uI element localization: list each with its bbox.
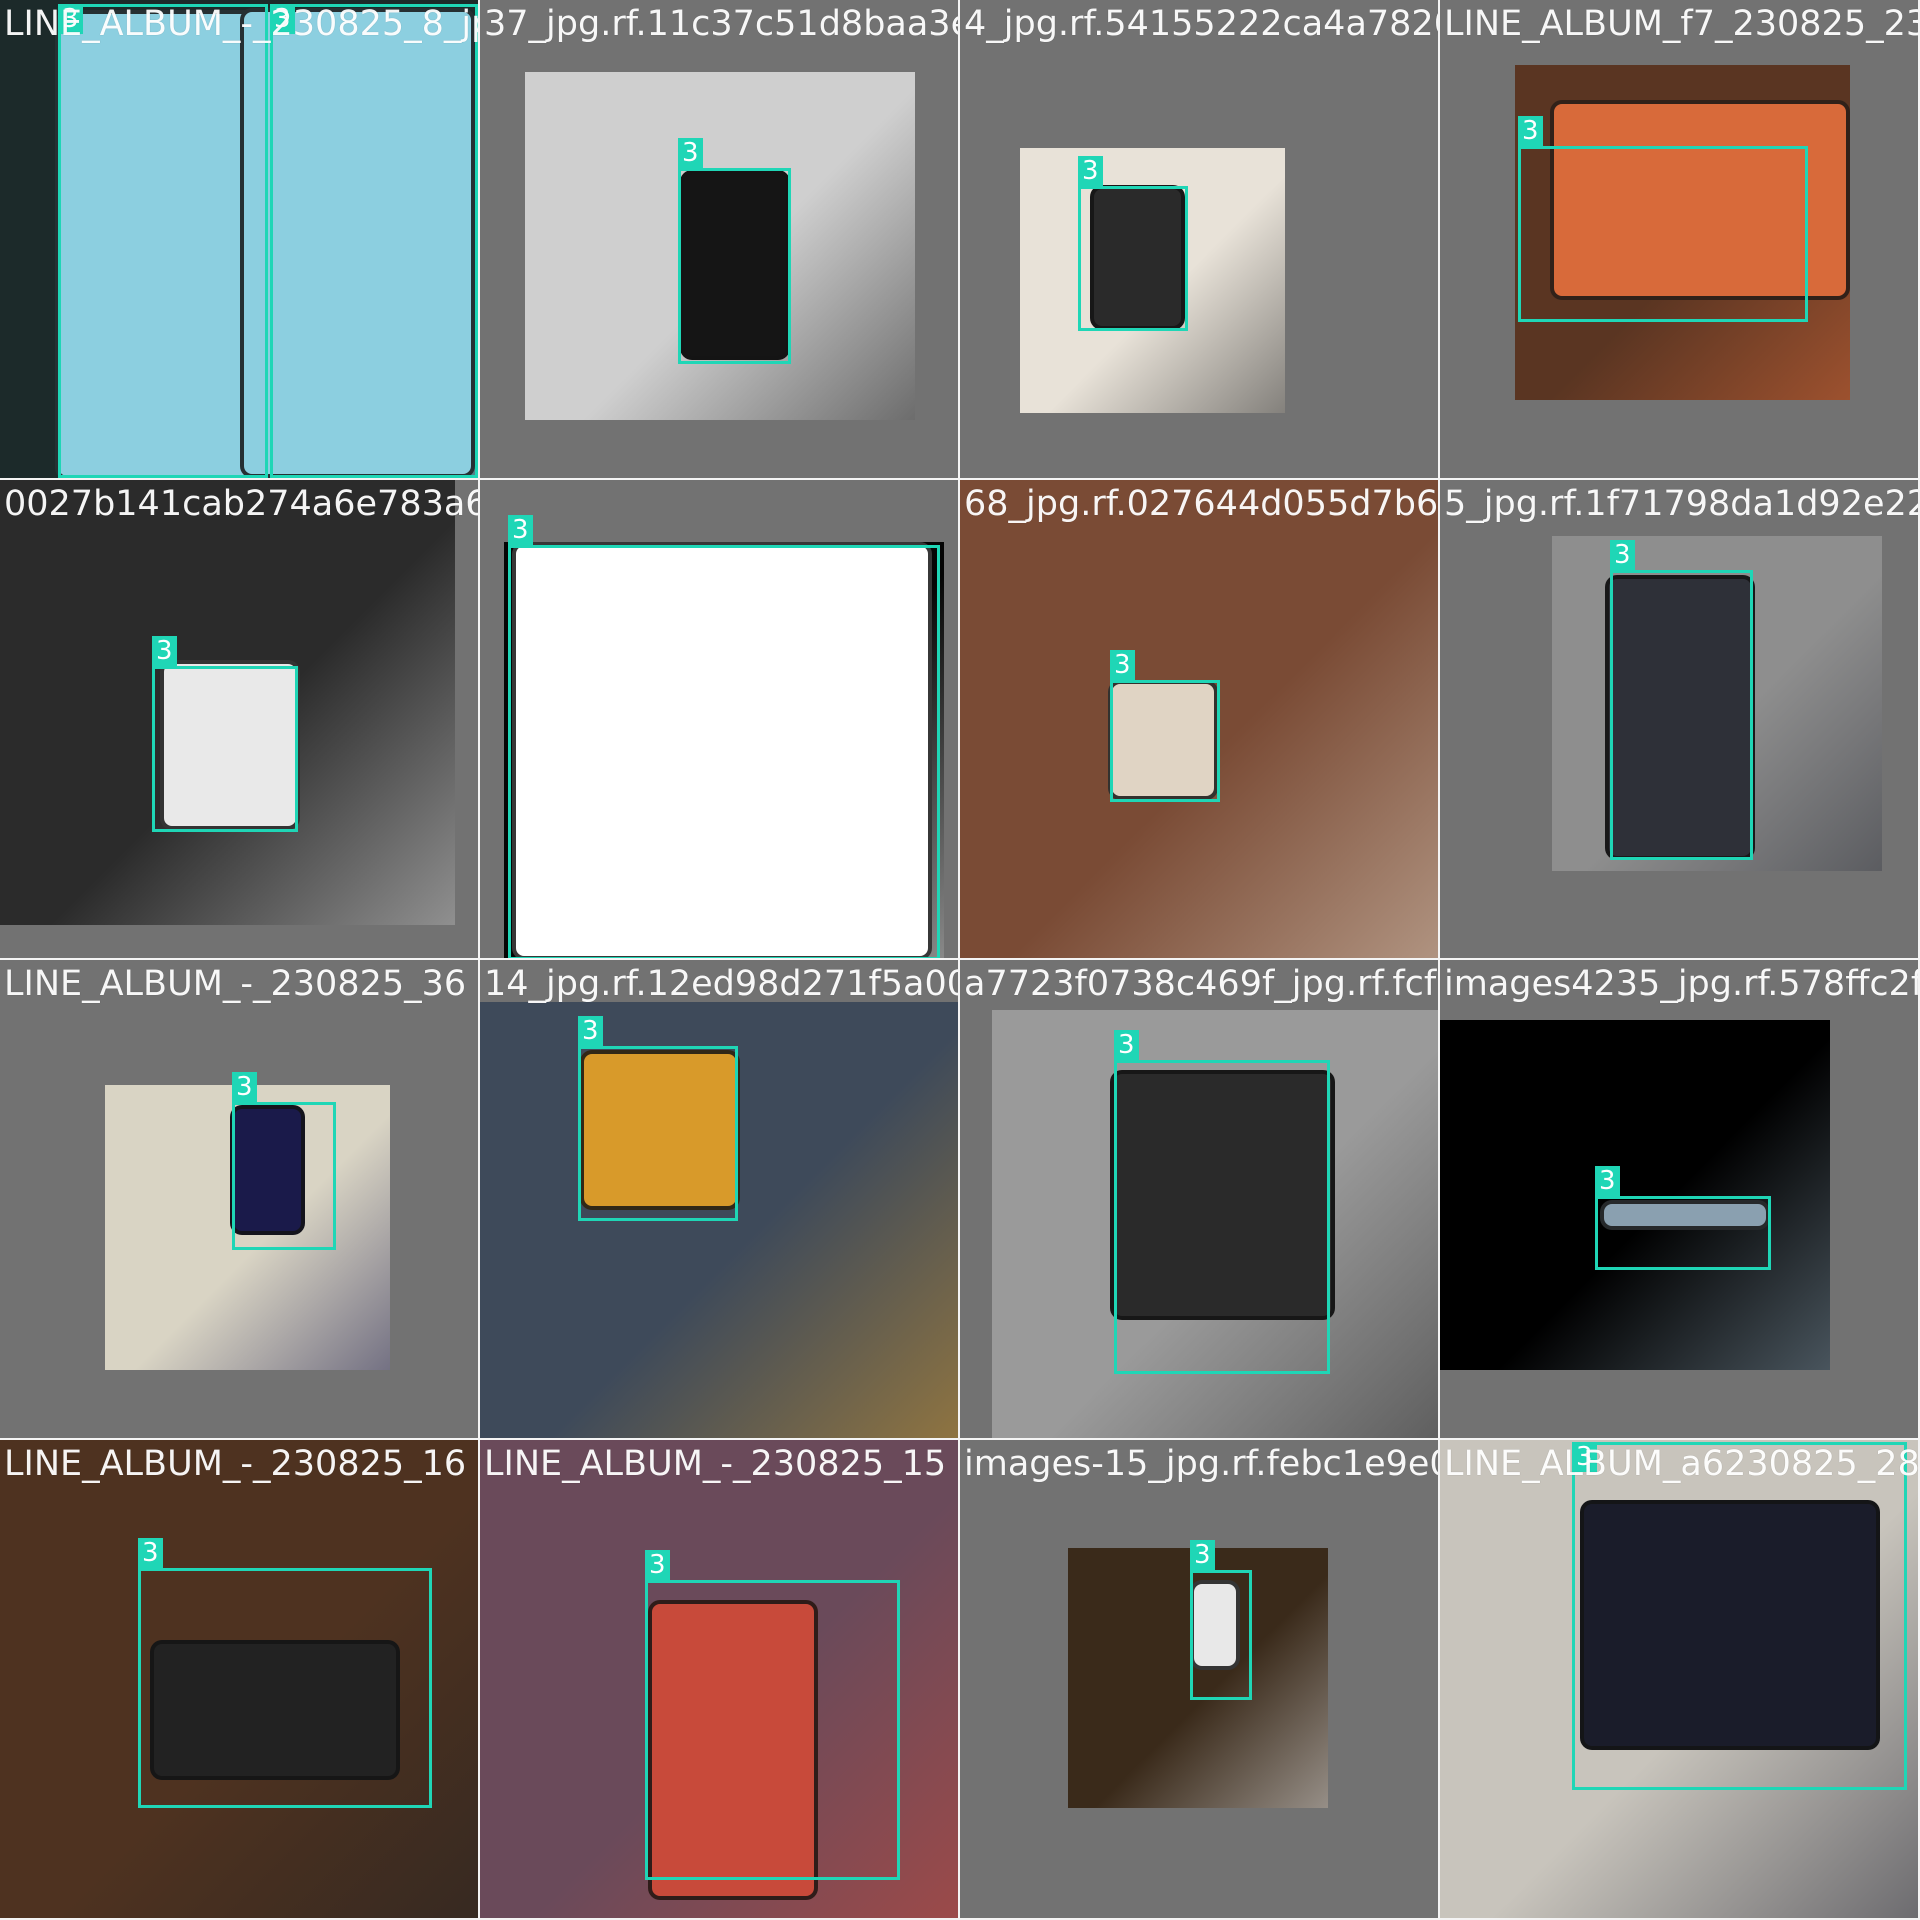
tile-filename: 0027b141cab274a6e783a6dimages569_jpg.rf.… [4,484,478,524]
mosaic-tile: a7723f0738c469f_jpg.rf.fcf 3 [960,960,1440,1440]
phone-shape [1550,100,1850,300]
mosaic-tile: LINE_ALBUM_-_230825_36 3 [0,960,480,1440]
tile-filename: 68_jpg.rf.027644d055d7b63746 [964,484,1439,524]
phone-shape [580,1050,740,1210]
tile-filename: LINE_ALBUM_-_230825_8_jpg.rf.a5fdb037639 [4,4,478,44]
phone-shape [680,170,790,360]
phone-shape [1090,185,1185,330]
phone-shape [1110,1070,1335,1320]
tile-filename: images-15_jpg.rf.febc1e9e0b [964,1444,1440,1484]
phone-shape [1605,575,1755,860]
mosaic-tile: LINE_ALBUM_f7_230825_23 3 [1440,0,1920,480]
mosaic-tile: images4235_jpg.rf.578ffc2f75 3 [1440,960,1920,1440]
image-mosaic: LINE_ALBUM_-_230825_8_jpg.rf.a5fdb037639… [0,0,1920,1920]
tile-filename: LINE_ALBUM_-_230825_36 [4,964,467,1004]
mosaic-tile: 37_jpg.rf.11c37c51d8baa3ef2 3 [480,0,960,480]
tile-filename: a7723f0738c469f_jpg.rf.fcf [964,964,1437,1004]
phone-shape [1190,1580,1240,1670]
tile-filename: LINE_ALBUM_a6230825_28 [1444,1444,1920,1484]
mosaic-tile: 3 [480,480,960,960]
phone-shape [648,1600,818,1900]
phone-shape [160,660,300,830]
tile-filename: images4235_jpg.rf.578ffc2f75 [1444,964,1920,1004]
phone-shape [512,542,932,958]
phone-shape [240,8,475,478]
tile-filename: 14_jpg.rf.12ed98d271f5a0046 [484,964,958,1004]
mosaic-tile: LINE_ALBUM_a6230825_28 3 [1440,1440,1920,1920]
tile-filename: 4_jpg.rf.54155222ca4a78206 [964,4,1440,44]
mosaic-tile: 4_jpg.rf.54155222ca4a78206 3 [960,0,1440,480]
mosaic-tile: LINE_ALBUM_-_230825_8_jpg.rf.a5fdb037639… [0,0,480,480]
mosaic-tile: images-15_jpg.rf.febc1e9e0b 3 [960,1440,1440,1920]
phone-shape [1108,680,1218,800]
mosaic-tile: LINE_ALBUM_-_230825_16 3 [0,1440,480,1920]
phone-shape [1600,1200,1770,1230]
phone-shape [150,1640,400,1780]
tile-filename: LINE_ALBUM_-_230825_15 [484,1444,947,1484]
phone-shape [1580,1500,1880,1750]
tile-filename: LINE_ALBUM_-_230825_16 [4,1444,467,1484]
class-label: 3 [508,515,533,545]
mosaic-tile: 68_jpg.rf.027644d055d7b637463 [960,480,1440,960]
tile-filename: 5_jpg.rf.1f71798da1d92e220 [1444,484,1920,524]
tile-filename: LINE_ALBUM_f7_230825_23 [1444,4,1920,44]
mosaic-tile: 5_jpg.rf.1f71798da1d92e220 3 [1440,480,1920,960]
tile-photo [1440,1020,1830,1370]
mosaic-tile: 14_jpg.rf.12ed98d271f5a00463 [480,960,960,1440]
tile-filename: 37_jpg.rf.11c37c51d8baa3ef2 [484,4,960,44]
mosaic-tile: LINE_ALBUM_-_230825_15 3 [480,1440,960,1920]
phone-shape [55,10,270,478]
mosaic-tile: 0027b141cab274a6e783a6dimages569_jpg.rf.… [0,480,480,960]
phone-shape [230,1105,305,1235]
